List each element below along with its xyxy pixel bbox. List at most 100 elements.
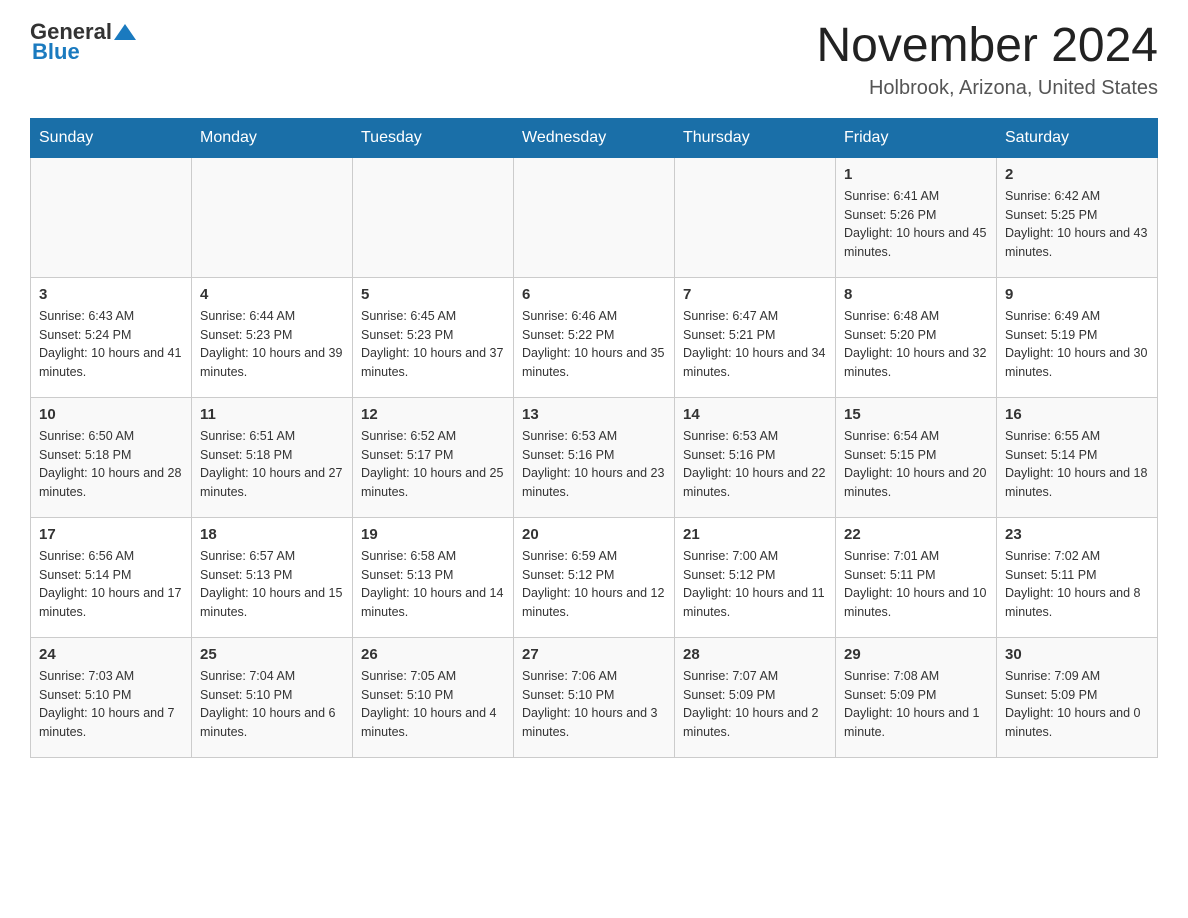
calendar-cell: 2 Sunrise: 6:42 AM Sunset: 5:25 PM Daylig… xyxy=(997,157,1158,277)
calendar-cell: 21 Sunrise: 7:00 AM Sunset: 5:12 PM Dayli… xyxy=(675,517,836,637)
day-number: 27 xyxy=(522,646,666,663)
header-wednesday: Wednesday xyxy=(514,118,675,157)
calendar-cell: 6Sunrise: 6:46 AM Sunset: 5:22 PM Daylig… xyxy=(514,277,675,397)
day-info: Sunrise: 7:05 AM Sunset: 5:10 PM Dayligh… xyxy=(361,667,505,742)
header-sunday: Sunday xyxy=(31,118,192,157)
calendar-cell: 22 Sunrise: 7:01 AM Sunset: 5:11 PM Dayli… xyxy=(836,517,997,637)
header-tuesday: Tuesday xyxy=(353,118,514,157)
calendar-cell: 16Sunrise: 6:55 AM Sunset: 5:14 PM Dayli… xyxy=(997,397,1158,517)
calendar-cell: 10 Sunrise: 6:50 AM Sunset: 5:18 PM Dayli… xyxy=(31,397,192,517)
calendar-cell: 4 Sunrise: 6:44 AM Sunset: 5:23 PM Daylig… xyxy=(192,277,353,397)
day-number: 10 xyxy=(39,406,183,423)
header-friday: Friday xyxy=(836,118,997,157)
day-number: 13 xyxy=(522,406,666,423)
day-number: 23 xyxy=(1005,526,1149,543)
day-number: 30 xyxy=(1005,646,1149,663)
header-row: SundayMondayTuesdayWednesdayThursdayFrid… xyxy=(31,118,1158,157)
day-info: Sunrise: 7:03 AM Sunset: 5:10 PM Dayligh… xyxy=(39,667,183,742)
day-info: Sunrise: 7:01 AM Sunset: 5:11 PM Dayligh… xyxy=(844,547,988,622)
day-info: Sunrise: 7:04 AM Sunset: 5:10 PM Dayligh… xyxy=(200,667,344,742)
calendar-cell xyxy=(192,157,353,277)
calendar-cell: 17Sunrise: 6:56 AM Sunset: 5:14 PM Dayli… xyxy=(31,517,192,637)
logo-text-blue: Blue xyxy=(32,39,80,64)
day-info: Sunrise: 6:44 AM Sunset: 5:23 PM Dayligh… xyxy=(200,307,344,382)
day-number: 19 xyxy=(361,526,505,543)
day-number: 14 xyxy=(683,406,827,423)
calendar-cell: 29 Sunrise: 7:08 AM Sunset: 5:09 PM Dayli… xyxy=(836,637,997,757)
day-number: 5 xyxy=(361,286,505,303)
calendar-cell: 9 Sunrise: 6:49 AM Sunset: 5:19 PM Daylig… xyxy=(997,277,1158,397)
header-monday: Monday xyxy=(192,118,353,157)
day-number: 9 xyxy=(1005,286,1149,303)
day-number: 15 xyxy=(844,406,988,423)
day-number: 8 xyxy=(844,286,988,303)
day-info: Sunrise: 6:50 AM Sunset: 5:18 PM Dayligh… xyxy=(39,427,183,502)
day-number: 21 xyxy=(683,526,827,543)
day-number: 1 xyxy=(844,166,988,183)
day-info: Sunrise: 6:57 AM Sunset: 5:13 PM Dayligh… xyxy=(200,547,344,622)
day-number: 3 xyxy=(39,286,183,303)
title-section: November 2024 Holbrook, Arizona, United … xyxy=(816,20,1158,100)
calendar-cell: 20 Sunrise: 6:59 AM Sunset: 5:12 PM Dayli… xyxy=(514,517,675,637)
day-info: Sunrise: 6:56 AM Sunset: 5:14 PM Dayligh… xyxy=(39,547,183,622)
day-number: 29 xyxy=(844,646,988,663)
page-title: November 2024 xyxy=(816,20,1158,73)
day-number: 20 xyxy=(522,526,666,543)
day-info: Sunrise: 6:55 AM Sunset: 5:14 PM Dayligh… xyxy=(1005,427,1149,502)
day-info: Sunrise: 7:06 AM Sunset: 5:10 PM Dayligh… xyxy=(522,667,666,742)
calendar-week-row: 1 Sunrise: 6:41 AM Sunset: 5:26 PM Daylig… xyxy=(31,157,1158,277)
day-info: Sunrise: 6:42 AM Sunset: 5:25 PM Dayligh… xyxy=(1005,187,1149,262)
day-info: Sunrise: 6:43 AM Sunset: 5:24 PM Dayligh… xyxy=(39,307,183,382)
header-thursday: Thursday xyxy=(675,118,836,157)
calendar-table: SundayMondayTuesdayWednesdayThursdayFrid… xyxy=(30,118,1158,758)
logo-triangle-icon xyxy=(114,21,136,43)
day-info: Sunrise: 6:53 AM Sunset: 5:16 PM Dayligh… xyxy=(683,427,827,502)
day-info: Sunrise: 6:54 AM Sunset: 5:15 PM Dayligh… xyxy=(844,427,988,502)
calendar-cell: 14 Sunrise: 6:53 AM Sunset: 5:16 PM Dayli… xyxy=(675,397,836,517)
day-number: 2 xyxy=(1005,166,1149,183)
day-info: Sunrise: 6:59 AM Sunset: 5:12 PM Dayligh… xyxy=(522,547,666,622)
calendar-cell: 5 Sunrise: 6:45 AM Sunset: 5:23 PM Daylig… xyxy=(353,277,514,397)
calendar-cell: 12Sunrise: 6:52 AM Sunset: 5:17 PM Dayli… xyxy=(353,397,514,517)
day-info: Sunrise: 7:02 AM Sunset: 5:11 PM Dayligh… xyxy=(1005,547,1149,622)
calendar-cell: 8 Sunrise: 6:48 AM Sunset: 5:20 PM Daylig… xyxy=(836,277,997,397)
day-info: Sunrise: 7:07 AM Sunset: 5:09 PM Dayligh… xyxy=(683,667,827,742)
page-header: General Blue November 2024 Holbrook, Ari… xyxy=(30,20,1158,100)
day-number: 4 xyxy=(200,286,344,303)
day-info: Sunrise: 6:49 AM Sunset: 5:19 PM Dayligh… xyxy=(1005,307,1149,382)
calendar-cell: 24Sunrise: 7:03 AM Sunset: 5:10 PM Dayli… xyxy=(31,637,192,757)
logo-content: General Blue xyxy=(30,20,138,64)
day-info: Sunrise: 7:08 AM Sunset: 5:09 PM Dayligh… xyxy=(844,667,988,742)
calendar-cell: 13Sunrise: 6:53 AM Sunset: 5:16 PM Dayli… xyxy=(514,397,675,517)
calendar-cell: 1 Sunrise: 6:41 AM Sunset: 5:26 PM Daylig… xyxy=(836,157,997,277)
day-info: Sunrise: 6:47 AM Sunset: 5:21 PM Dayligh… xyxy=(683,307,827,382)
day-info: Sunrise: 6:52 AM Sunset: 5:17 PM Dayligh… xyxy=(361,427,505,502)
calendar-cell xyxy=(514,157,675,277)
calendar-week-row: 10 Sunrise: 6:50 AM Sunset: 5:18 PM Dayli… xyxy=(31,397,1158,517)
calendar-week-row: 3 Sunrise: 6:43 AM Sunset: 5:24 PM Daylig… xyxy=(31,277,1158,397)
calendar-body: 1 Sunrise: 6:41 AM Sunset: 5:26 PM Daylig… xyxy=(31,157,1158,757)
day-info: Sunrise: 7:09 AM Sunset: 5:09 PM Dayligh… xyxy=(1005,667,1149,742)
day-info: Sunrise: 6:51 AM Sunset: 5:18 PM Dayligh… xyxy=(200,427,344,502)
day-info: Sunrise: 6:41 AM Sunset: 5:26 PM Dayligh… xyxy=(844,187,988,262)
calendar-week-row: 24Sunrise: 7:03 AM Sunset: 5:10 PM Dayli… xyxy=(31,637,1158,757)
day-number: 11 xyxy=(200,406,344,423)
calendar-cell: 28 Sunrise: 7:07 AM Sunset: 5:09 PM Dayli… xyxy=(675,637,836,757)
day-info: Sunrise: 6:46 AM Sunset: 5:22 PM Dayligh… xyxy=(522,307,666,382)
day-number: 22 xyxy=(844,526,988,543)
calendar-cell: 25Sunrise: 7:04 AM Sunset: 5:10 PM Dayli… xyxy=(192,637,353,757)
day-info: Sunrise: 6:45 AM Sunset: 5:23 PM Dayligh… xyxy=(361,307,505,382)
page-subtitle: Holbrook, Arizona, United States xyxy=(816,77,1158,100)
day-number: 18 xyxy=(200,526,344,543)
calendar-cell: 3 Sunrise: 6:43 AM Sunset: 5:24 PM Daylig… xyxy=(31,277,192,397)
day-number: 28 xyxy=(683,646,827,663)
calendar-cell: 19Sunrise: 6:58 AM Sunset: 5:13 PM Dayli… xyxy=(353,517,514,637)
calendar-cell: 26Sunrise: 7:05 AM Sunset: 5:10 PM Dayli… xyxy=(353,637,514,757)
calendar-cell: 23 Sunrise: 7:02 AM Sunset: 5:11 PM Dayli… xyxy=(997,517,1158,637)
day-info: Sunrise: 6:48 AM Sunset: 5:20 PM Dayligh… xyxy=(844,307,988,382)
calendar-week-row: 17Sunrise: 6:56 AM Sunset: 5:14 PM Dayli… xyxy=(31,517,1158,637)
calendar-cell xyxy=(31,157,192,277)
calendar-cell: 11 Sunrise: 6:51 AM Sunset: 5:18 PM Dayli… xyxy=(192,397,353,517)
calendar-cell xyxy=(353,157,514,277)
day-info: Sunrise: 7:00 AM Sunset: 5:12 PM Dayligh… xyxy=(683,547,827,622)
